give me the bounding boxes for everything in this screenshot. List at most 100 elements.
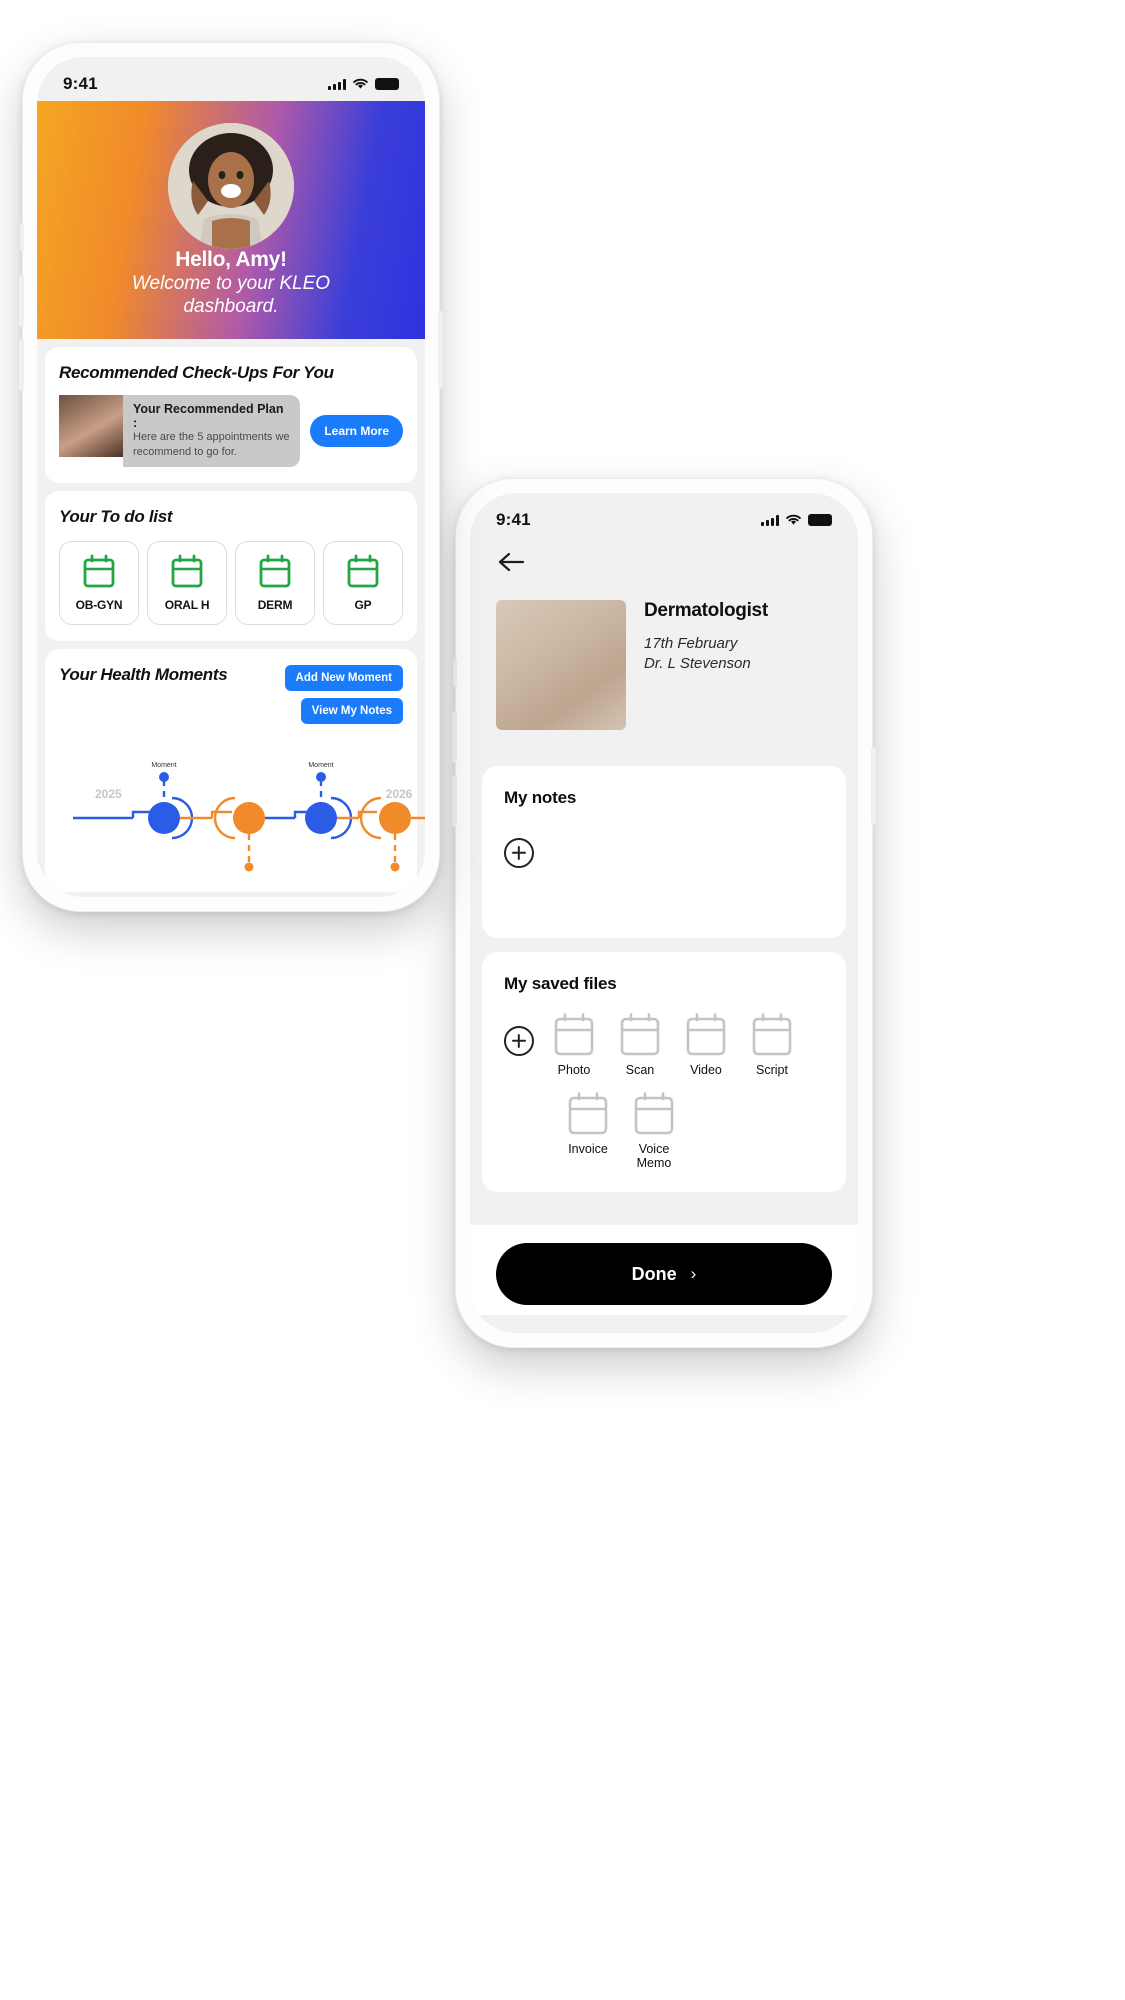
user-portrait-avatar — [168, 123, 294, 249]
todo-tiles: OB-GYN ORAL H DERM GP — [59, 540, 403, 625]
phone2-volume-down — [452, 775, 457, 827]
avatar-illustration — [168, 123, 294, 249]
plan-text-block: Your Recommended Plan : Here are the 5 a… — [123, 395, 301, 467]
timeline-end-year: 2026 — [386, 787, 413, 801]
appointment-title: Dermatologist — [644, 600, 768, 621]
file-icon — [752, 1013, 792, 1056]
my-notes-card: My notes — [482, 766, 846, 938]
phone2-status-icons — [761, 514, 832, 526]
battery-icon — [375, 78, 399, 90]
svg-text:Moment: Moment — [308, 762, 333, 769]
dashboard-hero-banner: Hello, Amy! Welcome to your KLEO dashboa… — [37, 101, 425, 339]
timeline-start-year: 2025 — [95, 787, 122, 801]
file-label: Scan — [625, 1063, 655, 1077]
phone1-volume-down — [19, 339, 24, 391]
appointment-date: 17th February — [644, 635, 738, 652]
appointment-meta: 17th February Dr. L Stevenson — [644, 634, 768, 675]
wifi-icon — [353, 78, 368, 89]
file-label: Invoice — [568, 1142, 608, 1156]
appointment-summary: Dermatologist 17th February Dr. L Steven… — [470, 578, 858, 756]
calendar-icon — [83, 554, 115, 587]
svg-text:Moment: Moment — [151, 762, 176, 769]
phone1-volume-up — [19, 275, 24, 327]
back-arrow-icon[interactable] — [496, 551, 526, 573]
phone2-back-row — [470, 537, 858, 578]
hero-greeting: Hello, Amy! — [175, 248, 287, 272]
view-my-notes-button[interactable]: View My Notes — [300, 697, 403, 724]
phone2-status-bar: 9:41 — [470, 493, 858, 537]
chevron-right-icon: › — [690, 1264, 697, 1283]
signal-bars-icon — [328, 78, 346, 90]
todo-tile-label: OB-GYN — [75, 597, 123, 612]
phone1-mute-switch — [20, 223, 24, 251]
calendar-icon — [347, 554, 379, 587]
my-saved-files-title: My saved files — [504, 974, 617, 993]
done-button-label: Done — [631, 1263, 677, 1284]
file-tile-script[interactable]: Script — [746, 1012, 798, 1077]
phone-mockup-dashboard: 9:41 Hello, Amy! Welcome to your KLEO da… — [19, 42, 443, 912]
appointment-text: Dermatologist 17th February Dr. L Steven… — [644, 600, 768, 675]
phone2-screen: 9:41 Dermatologist 17th February Dr. L S… — [470, 493, 858, 1333]
hero-text-block: Hello, Amy! Welcome to your KLEO dashboa… — [37, 248, 425, 317]
todo-tile-oral-h[interactable]: ORAL H — [147, 540, 227, 625]
health-moments-timeline[interactable]: Moment Moment 2025 2026 — [59, 736, 425, 886]
file-tile-scan[interactable]: Scan — [614, 1012, 666, 1077]
phone-mockup-detail: 9:41 Dermatologist 17th February Dr. L S… — [452, 478, 876, 1348]
hero-subtitle-line1: Welcome to your KLEO — [131, 273, 331, 295]
calendar-icon — [171, 554, 203, 587]
phone1-status-bar: 9:41 — [37, 57, 425, 101]
todo-tile-ob-gyn[interactable]: OB-GYN — [59, 540, 139, 625]
recommended-plan-row: Your Recommended Plan : Here are the 5 a… — [59, 395, 403, 467]
recommended-checkups-card: Recommended Check-Ups For You Your Recom… — [45, 347, 417, 483]
appointment-doctor: Dr. L Stevenson — [644, 655, 751, 673]
file-label: Photo — [557, 1063, 591, 1077]
todo-list-title: Your To do list — [59, 506, 173, 526]
file-tile-invoice[interactable]: Invoice — [562, 1091, 614, 1156]
file-icon — [554, 1013, 594, 1056]
file-label: Video — [690, 1063, 722, 1077]
phone1-power-button — [438, 311, 443, 389]
hero-subtitle-line2: dashboard. — [183, 295, 279, 317]
todo-tile-label: DERM — [257, 597, 293, 612]
health-moments-title: Your Health Moments — [59, 664, 228, 684]
saved-files-row: Photo Scan Video Script Invoice Voice Me… — [504, 1012, 824, 1170]
todo-tile-label: GP — [354, 597, 372, 612]
wifi-icon — [786, 514, 801, 525]
signal-bars-icon — [761, 514, 779, 526]
battery-icon — [808, 514, 832, 526]
file-icon — [686, 1013, 726, 1056]
file-tile-photo[interactable]: Photo — [548, 1012, 600, 1077]
todo-tile-derm[interactable]: DERM — [235, 540, 315, 625]
my-notes-title: My notes — [504, 788, 577, 807]
file-tile-video[interactable]: Video — [680, 1012, 732, 1077]
file-label: Script — [756, 1063, 788, 1077]
add-file-plus-circle-icon[interactable] — [504, 1026, 534, 1056]
phone2-status-time: 9:41 — [496, 510, 531, 529]
file-icon — [634, 1092, 674, 1135]
calendar-icon — [259, 554, 291, 587]
phone2-power-button — [871, 747, 876, 825]
health-moments-card: Your Health Moments Add New Moment View … — [45, 648, 425, 892]
plan-title: Your Recommended Plan : — [133, 402, 284, 430]
file-label: Voice Memo — [636, 1142, 672, 1170]
health-moments-header: Your Health Moments Add New Moment View … — [59, 664, 403, 724]
phone1-status-icons — [328, 78, 399, 90]
phone1-status-time: 9:41 — [63, 74, 98, 93]
health-moments-actions: Add New Moment View My Notes — [284, 664, 403, 724]
file-icon — [568, 1092, 608, 1135]
file-tile-voice-memo[interactable]: Voice Memo — [628, 1091, 680, 1170]
todo-list-card: Your To do list OB-GYN ORAL H DERM GP — [45, 490, 417, 641]
plan-description-line2: recommend to go for. — [133, 445, 237, 458]
todo-tile-gp[interactable]: GP — [323, 540, 403, 625]
done-bar: Done › — [470, 1225, 858, 1315]
done-button[interactable]: Done › — [496, 1243, 832, 1305]
todo-tile-label: ORAL H — [164, 597, 210, 612]
my-saved-files-card: My saved files Photo Scan Video Script I… — [482, 952, 846, 1192]
phone2-mute-switch — [453, 659, 457, 687]
add-note-plus-circle-icon[interactable] — [504, 838, 534, 868]
plan-thumbnail — [59, 395, 123, 457]
recommended-checkups-title: Recommended Check-Ups For You — [59, 363, 334, 382]
learn-more-button[interactable]: Learn More — [310, 414, 403, 447]
file-icon — [620, 1013, 660, 1056]
add-new-moment-button[interactable]: Add New Moment — [284, 664, 403, 691]
